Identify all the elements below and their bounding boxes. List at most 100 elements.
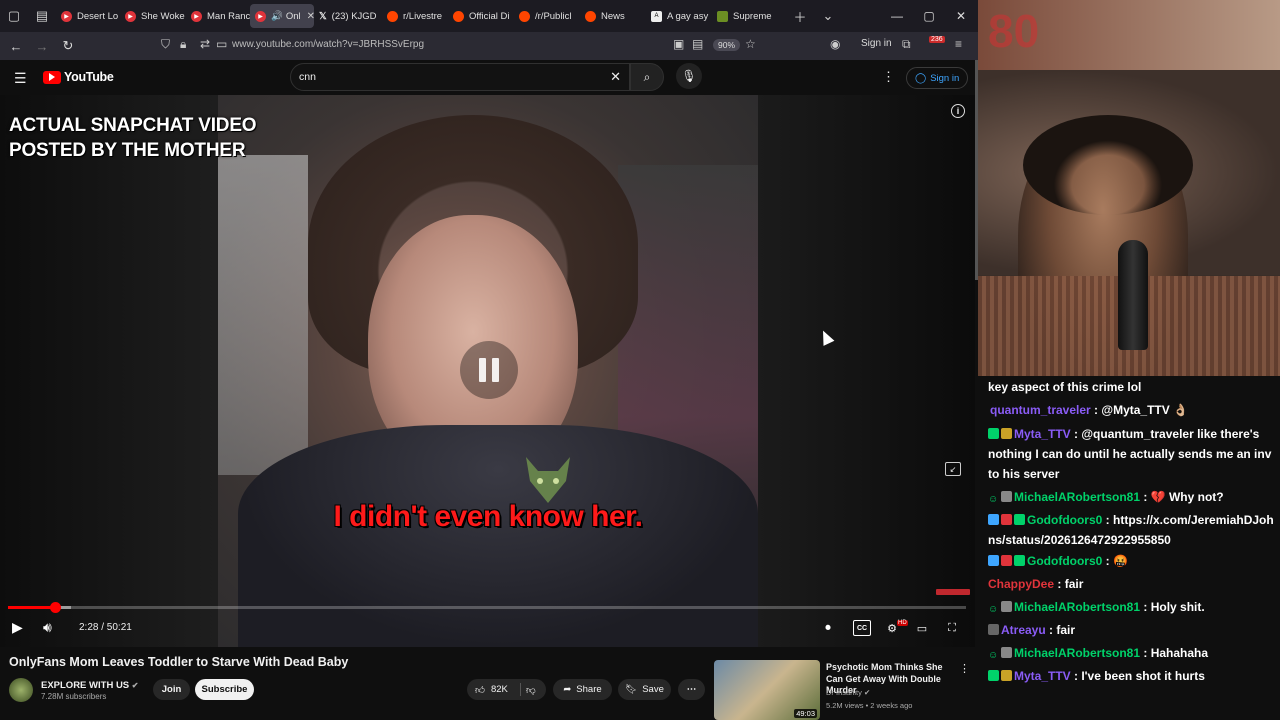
tab-3-active[interactable]: ▶ 🔊 Onl ✕ [250, 4, 314, 28]
chat-username[interactable]: Godofdoors0 [1027, 554, 1102, 568]
subscribe-button[interactable]: Subscribe [195, 679, 254, 700]
youtube-header: ☰ YouTube cnn ✕ ⌕ 🎙︎ ⋮ ◯ Sign in [0, 60, 978, 94]
lock-icon[interactable]: 🔒︎ [180, 37, 186, 52]
zoom-level[interactable]: 90% [713, 39, 741, 51]
progress-scrubber[interactable] [49, 602, 61, 613]
chat-username[interactable]: Myta_TTV [1014, 427, 1071, 441]
theater-mode-icon[interactable]: ▭ [913, 620, 931, 636]
reddit-icon [387, 10, 398, 22]
tab-list-chevron-icon[interactable]: ⌄ [814, 0, 842, 32]
tab-1[interactable]: ▶ She Woke [120, 0, 186, 32]
youtube-favicon-icon: ▶ [255, 10, 266, 22]
fullscreen-icon[interactable]: ⛶ [943, 620, 961, 636]
chat-username[interactable]: Atreayu [1001, 623, 1046, 637]
chat-username[interactable]: quantum_traveler [990, 403, 1091, 417]
extension-badge[interactable]: 236 [929, 36, 945, 43]
account-icon[interactable]: ◉ [830, 37, 840, 51]
minimize-icon[interactable]: — [881, 0, 913, 32]
tab-10[interactable]: Supreme [712, 0, 786, 32]
forward-icon[interactable]: → [29, 32, 55, 60]
miniplayer-icon[interactable]: ↙ [945, 462, 961, 476]
browser-signin[interactable]: Sign in [861, 38, 892, 49]
tab-7[interactable]: /r/Publicl [514, 0, 580, 32]
tab-8[interactable]: News [580, 0, 646, 32]
chat-username[interactable]: Myta_TTV [1014, 669, 1071, 683]
maximize-icon[interactable]: ▢ [913, 0, 945, 32]
settings-kebab-icon[interactable]: ⋮ [882, 69, 895, 85]
recommended-kebab-icon[interactable]: ⋮ [959, 662, 970, 675]
overlay-line-1: ACTUAL SNAPCHAT VIDEO [9, 115, 257, 136]
webcam-feed: 80 [978, 0, 1280, 376]
time-display: 2:28 / 50:21 [79, 622, 132, 633]
tab-overview-icon[interactable]: ▢ [0, 0, 28, 32]
chat-username[interactable]: Godofdoors0 [1027, 513, 1102, 527]
nav-bar: ← → ↻ ⛉ 🔒︎ ⇄ ▭ www.youtube.com/watch?v=J… [0, 32, 978, 60]
channel-name[interactable]: EXPLORE WITH US ✔ [41, 680, 139, 691]
streamer-hair [1023, 115, 1193, 215]
play-button-icon[interactable]: ▶ [12, 619, 23, 636]
tab-6[interactable]: Official Di [448, 0, 514, 32]
microphone-icon: 🎙︎ [681, 69, 697, 83]
chat-text: : 💔 Why not? [1140, 490, 1224, 504]
recommended-channel[interactable]: Dr Insanity ✔ [826, 688, 870, 697]
tab-2[interactable]: ▶ Man Ranc [186, 0, 250, 32]
tab-0[interactable]: ▶ Desert Lo [56, 0, 120, 32]
chat-username[interactable]: MichaelARobertson81 [1014, 600, 1140, 614]
like-button[interactable]: 👍︎ 82K 👎︎ [467, 679, 546, 700]
back-icon[interactable]: ← [3, 32, 29, 60]
search-input[interactable]: cnn ✕ [290, 63, 630, 91]
volume-icon[interactable]: 🔊︎ [43, 619, 52, 636]
permissions-icon[interactable]: ⇄ [200, 37, 210, 51]
tab-5[interactable]: r/Livestre [382, 0, 448, 32]
shield-icon[interactable]: ⛉ [161, 37, 170, 52]
bookmark-star-icon[interactable]: ☆ [745, 37, 756, 51]
save-button[interactable]: 🔖︎ Save [618, 679, 671, 700]
hamburger-menu-icon[interactable]: ☰ [14, 70, 27, 87]
tab-4[interactable]: 𝕏 (23) KJGD [314, 0, 382, 32]
blurred-background-left [0, 95, 218, 647]
verified-check-icon: ✔ [863, 688, 871, 697]
stream-chat: key aspect of this crime lol quantum_tra… [978, 376, 1280, 720]
tab-list-icon[interactable]: ▤ [28, 0, 56, 32]
voice-search-button[interactable]: 🎙︎ [676, 63, 702, 89]
chat-message: ☺ MichaelARobertson81 : 💔 Why not? [988, 484, 1274, 509]
recommended-thumbnail[interactable]: 49:03 [714, 660, 820, 720]
search-button[interactable]: ⌕ [630, 63, 664, 91]
url-bar[interactable]: www.youtube.com/watch?v=JBRHSSvErpg [232, 39, 424, 50]
reader-icon[interactable]: ▤ [692, 37, 703, 51]
captions-icon[interactable]: CC [853, 620, 871, 636]
chat-username[interactable]: MichaelARobertson81 [1014, 646, 1140, 660]
info-icon[interactable]: i [951, 104, 965, 118]
sub-badge-icon [1001, 555, 1012, 566]
progress-bar[interactable] [8, 602, 966, 613]
menu-icon[interactable]: ≡ [955, 37, 962, 51]
extensions-icon[interactable]: ⧉ [902, 37, 911, 52]
youtube-logo[interactable]: YouTube [43, 70, 114, 84]
channel-avatar[interactable] [9, 678, 33, 702]
reload-icon[interactable]: ↻ [55, 32, 81, 60]
site-icon [717, 10, 728, 22]
join-button[interactable]: Join [153, 679, 190, 700]
gem-badge-icon [1014, 555, 1025, 566]
prime-badge-icon [988, 555, 999, 566]
user-badge-icon: ☺ [988, 494, 999, 505]
chat-username[interactable]: MichaelARobertson81 [1014, 490, 1140, 504]
more-actions-icon[interactable]: ⋯ [678, 679, 705, 700]
chat-username[interactable]: ChappyDee [988, 577, 1054, 591]
pause-overlay-icon[interactable] [460, 341, 518, 399]
picture-icon[interactable]: ▣ [673, 37, 684, 51]
new-tab-icon[interactable]: ＋ [786, 0, 814, 32]
autoplay-toggle-icon[interactable]: ⏺ [819, 620, 837, 636]
share-button[interactable]: ➦ Share [553, 679, 612, 700]
thumbs-down-icon[interactable]: 👎︎ [526, 684, 536, 696]
user-badge-icon: ☺ [988, 650, 999, 661]
close-tab-icon[interactable]: ✕ [307, 11, 314, 22]
tab-9[interactable]: AA gay asy [646, 0, 712, 32]
user-badge-icon: ☺ [988, 604, 999, 615]
gem-badge-icon [1014, 514, 1025, 525]
clear-search-icon[interactable]: ✕ [610, 69, 621, 85]
youtube-signin-button[interactable]: ◯ Sign in [906, 67, 969, 89]
speaker-icon[interactable]: 🔊 [271, 11, 283, 22]
recommended-duration: 49:03 [794, 709, 817, 718]
close-window-icon[interactable]: ✕ [945, 0, 977, 32]
